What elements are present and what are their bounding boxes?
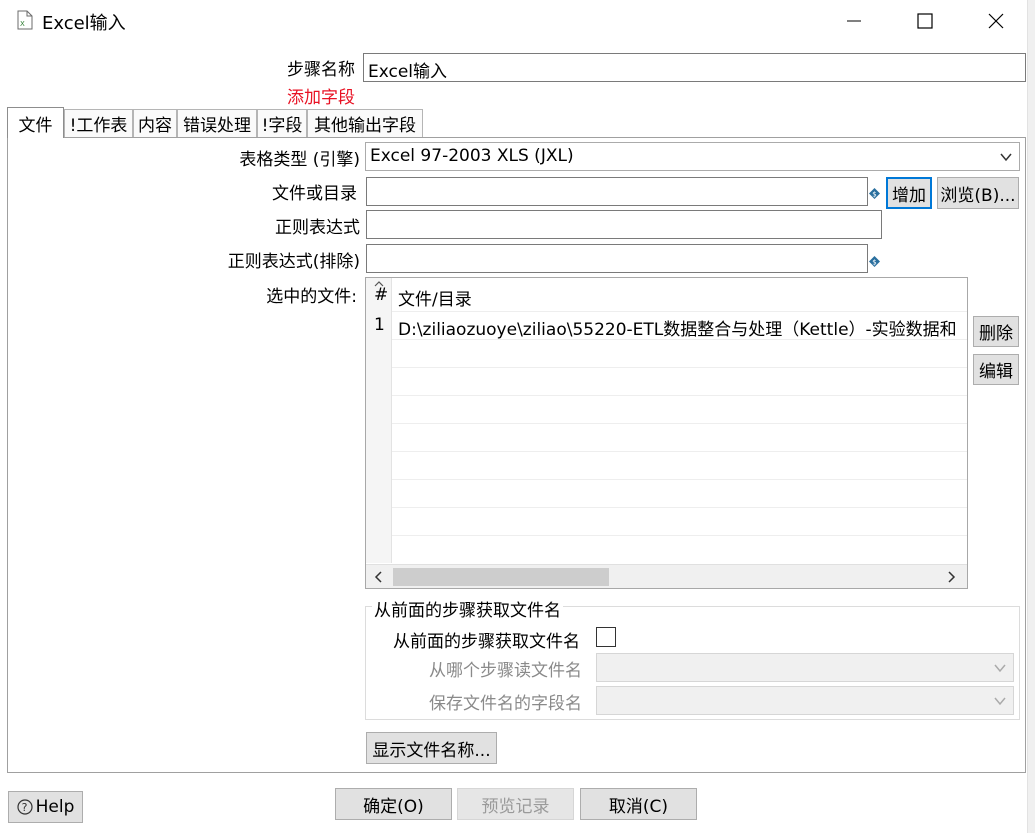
close-button[interactable] [973,0,1019,42]
grid-line [392,535,967,536]
minimize-icon [847,20,861,22]
previous-step-group-title: 从前面的步骤获取文件名 [372,596,563,621]
grid-line [392,451,967,452]
chevron-down-icon [1000,153,1012,162]
file-dir-label: 文件或目录 [272,184,357,204]
edit-button[interactable]: 编辑 [973,354,1019,385]
scrollbar-thumb[interactable] [393,568,609,586]
read-step-select[interactable] [596,653,1014,682]
svg-text:$: $ [872,191,876,199]
row-index: 1 [374,315,385,335]
regex-exclude-input[interactable] [366,244,868,273]
maximize-button[interactable] [902,0,948,42]
browse-button[interactable]: 浏览(B)... [937,177,1019,209]
regex-exclude-label: 正则表达式(排除) [227,252,360,272]
accept-filenames-checkbox[interactable] [596,627,616,647]
sheet-type-value: Excel 97-2003 XLS (JXL) [370,146,574,166]
grid-line [392,339,967,340]
grid-line [392,367,967,368]
window-right-border [1027,0,1035,833]
selected-files-label: 选中的文件: [266,287,357,307]
maximize-icon [917,13,933,29]
variable-icon[interactable]: $ [869,252,880,272]
sheet-type-select[interactable]: Excel 97-2003 XLS (JXL) [365,142,1020,171]
excel-file-icon: X [17,10,33,30]
preview-button[interactable]: 预览记录 [457,788,574,820]
grid-line [392,479,967,480]
help-icon: ? [17,799,33,815]
selected-files-table[interactable]: # 文件/目录 1 D:\ziliaozuoye\ziliao\55220-ET… [365,277,968,589]
horizontal-scrollbar[interactable] [366,564,967,588]
grid-line [392,507,967,508]
tab-worksheet[interactable]: !工作表 [64,109,133,137]
tab-other-output-fields[interactable]: 其他输出字段 [307,109,423,137]
tab-file[interactable]: 文件 [7,107,64,138]
title-bar [0,0,1035,42]
cancel-button[interactable]: 取消(C) [580,788,697,820]
variable-icon[interactable]: $ [869,184,880,204]
regex-input[interactable] [366,210,882,239]
chevron-right-icon[interactable] [947,571,957,583]
grid-line [392,395,967,396]
minimize-button[interactable] [831,0,877,42]
sheet-type-label: 表格类型 (引擎) [239,150,360,170]
grid-line [392,423,967,424]
tab-fields[interactable]: !字段 [257,109,307,137]
svg-text:X: X [20,20,25,28]
help-button-label: Help [35,797,75,817]
row-path: D:\ziliaozuoye\ziliao\55220-ETL数据整合与处理（K… [398,320,957,340]
help-button[interactable]: ? Help [8,791,83,823]
file-dir-input[interactable] [366,177,868,206]
svg-text:?: ? [21,801,27,814]
add-field-link[interactable]: 添加字段 [287,83,355,108]
add-file-button[interactable]: 增加 [886,177,932,209]
read-step-label: 从哪个步骤读文件名 [429,661,582,681]
chevron-down-icon [994,697,1006,706]
window-title: Excel输入 [42,13,126,34]
ok-button[interactable]: 确定(O) [335,788,452,820]
table-header-index: # [374,285,389,305]
filename-field-label: 保存文件名的字段名 [429,694,582,714]
step-name-label: 步骤名称 [287,60,355,80]
show-filenames-button[interactable]: 显示文件名称... [366,732,497,764]
chevron-down-icon [994,664,1006,673]
tab-error-handling[interactable]: 错误处理 [177,109,257,137]
table-row[interactable]: 1 D:\ziliaozuoye\ziliao\55220-ETL数据整合与处理… [366,313,967,340]
table-header-path: 文件/目录 [398,290,472,310]
chevron-left-icon[interactable] [373,571,383,583]
grid-line [392,311,967,312]
step-name-input[interactable]: Excel输入 [363,53,1026,82]
delete-button[interactable]: 删除 [973,316,1019,347]
accept-filenames-label: 从前面的步骤获取文件名 [393,632,580,652]
svg-text:$: $ [872,259,876,267]
tab-content[interactable]: 内容 [133,109,177,137]
regex-label: 正则表达式 [275,218,360,238]
close-icon [988,13,1004,29]
filename-field-select[interactable] [596,686,1014,715]
